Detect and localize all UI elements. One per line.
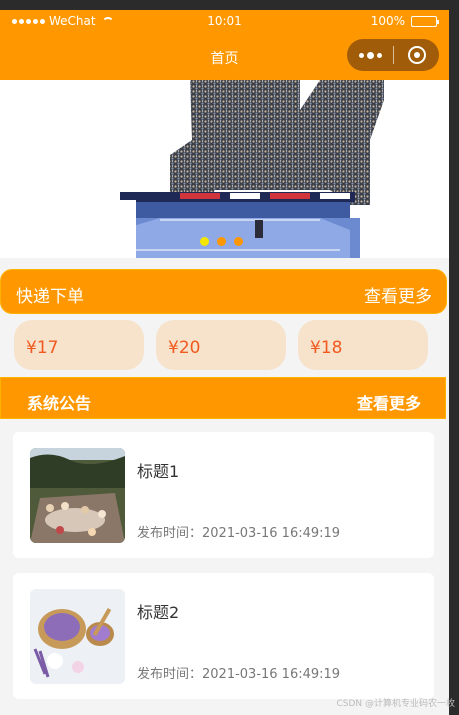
notice-title: 标题1 [137, 462, 180, 481]
source-watermark: CSDN @计算机专业码农一枚 [336, 699, 455, 709]
status-bar: WeChat 10:01 100% [0, 10, 449, 32]
notice-thumbnail [30, 448, 125, 543]
banner-carousel[interactable] [0, 80, 449, 258]
price-option[interactable]: ¥17 [14, 320, 144, 370]
tennis-stadium-image [120, 80, 384, 258]
notice-publish-time: 发布时间：2021-03-16 16:49:19 [137, 667, 341, 682]
system-notice-title: 系统公告 [27, 394, 92, 413]
banner-indicators [200, 237, 243, 246]
express-order-title: 快递下单 [16, 287, 84, 307]
indicator-dot[interactable] [217, 237, 226, 246]
battery-icon [411, 15, 439, 27]
price-options: ¥17 ¥20 ¥18 [0, 320, 449, 372]
notice-publish-time: 发布时间：2021-03-16 16:49:19 [137, 526, 341, 541]
express-view-more-link[interactable]: 查看更多 [364, 282, 432, 307]
system-notice-bar: 系统公告 查看更多 [0, 377, 446, 419]
indicator-dot[interactable] [234, 237, 243, 246]
nav-bar: 首页 [0, 32, 449, 80]
express-order-bar: 快递下单 查看更多 [0, 269, 447, 314]
price-option[interactable]: ¥18 [298, 320, 428, 370]
price-option[interactable]: ¥20 [156, 320, 286, 370]
indicator-dot-active[interactable] [200, 237, 209, 246]
more-menu-icon[interactable] [347, 51, 393, 59]
notice-view-more-link[interactable]: 查看更多 [357, 390, 421, 414]
notice-card[interactable]: 标题2 发布时间：2021-03-16 16:49:19 [13, 573, 434, 699]
notice-thumbnail [30, 589, 125, 684]
notice-card[interactable]: 标题1 发布时间：2021-03-16 16:49:19 [13, 432, 434, 558]
battery-percent: 100% [370, 14, 405, 28]
battery-group: 100% [370, 14, 439, 28]
miniprogram-capsule [347, 39, 439, 71]
notice-title: 标题2 [137, 603, 180, 622]
phone-screen: WeChat 10:01 100% 首页 快递下单 查看更多 ¥17 ¥20 ¥… [0, 10, 449, 715]
close-miniprogram-icon[interactable] [394, 46, 439, 64]
